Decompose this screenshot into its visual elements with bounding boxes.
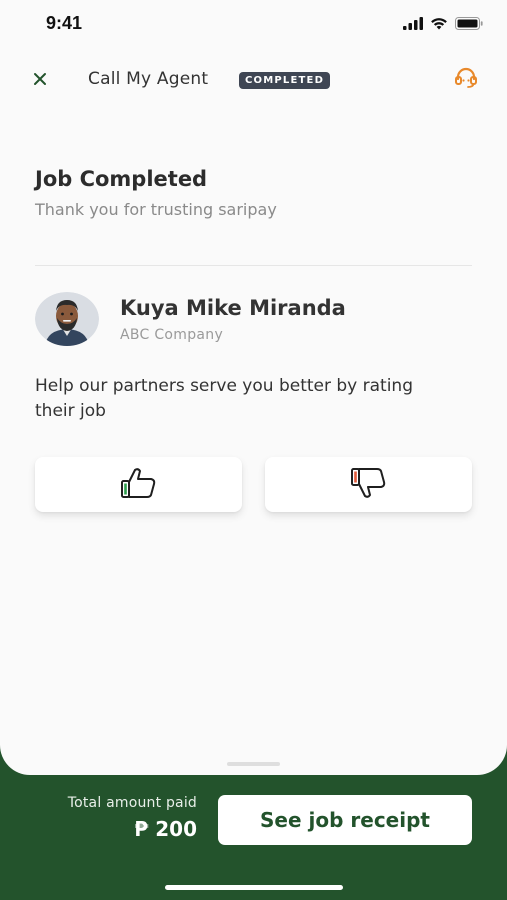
battery-icon — [455, 15, 483, 34]
thumbs-down-button[interactable] — [265, 457, 472, 512]
support-button[interactable] — [452, 66, 480, 94]
wifi-icon — [430, 15, 448, 34]
thumbs-up-button[interactable] — [35, 457, 242, 512]
home-indicator — [165, 885, 343, 890]
page-subtitle: Thank you for trusting saripay — [35, 200, 277, 219]
see-job-receipt-button[interactable]: See job receipt — [218, 795, 472, 845]
status-badge: COMPLETED — [239, 72, 331, 89]
sheet-drag-handle[interactable] — [227, 762, 280, 766]
headset-icon — [454, 67, 478, 93]
total-amount-value: ₱ 200 — [134, 817, 197, 841]
avatar — [35, 292, 99, 346]
close-icon — [33, 71, 47, 90]
status-bar: 9:41 — [0, 0, 507, 48]
status-time: 9:41 — [46, 13, 83, 33]
agent-company: ABC Company — [120, 327, 224, 343]
close-button[interactable] — [28, 68, 52, 92]
header-title: Call My Agent — [88, 69, 209, 89]
thumbs-down-icon — [349, 466, 389, 504]
rating-prompt: Help our partners serve you better by ra… — [35, 376, 413, 421]
thumbs-up-icon — [119, 466, 159, 504]
signal-icon — [403, 15, 423, 34]
top-bar: Call My Agent COMPLETED — [0, 60, 507, 100]
main-screen: 9:41 Call My Agent COMPLETED Job Complet… — [0, 0, 507, 775]
total-amount-label: Total amount paid — [67, 795, 197, 811]
divider — [35, 265, 472, 266]
page-title: Job Completed — [35, 167, 208, 191]
agent-name: Kuya Mike Miranda — [120, 296, 346, 320]
status-icons — [403, 15, 483, 34]
